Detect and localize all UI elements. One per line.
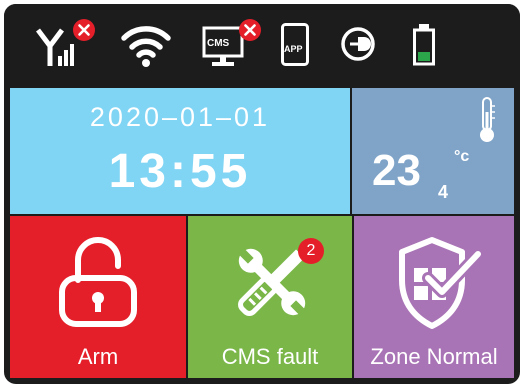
temperature-tile: 23 4 °c	[352, 88, 514, 214]
clock-tile: 2020–01–01 13:55	[10, 88, 350, 214]
error-x-icon	[72, 18, 96, 42]
unlocked-padlock-icon	[56, 236, 140, 328]
error-x-icon	[238, 18, 262, 42]
cms-fault-label: CMS fault	[221, 344, 319, 369]
fault-count-badge: 2	[298, 238, 324, 264]
cms-icon-label: CMS	[207, 38, 230, 49]
cms-fault-tile[interactable]: 2 CMS fault	[188, 216, 352, 378]
temperature-unit: °c	[454, 148, 470, 165]
zone-normal-label: Zone Normal	[370, 344, 498, 369]
shield-check-icon	[392, 234, 484, 330]
battery-icon	[409, 18, 439, 70]
zone-normal-tile[interactable]: Zone Normal	[354, 216, 514, 378]
arm-tile[interactable]: Arm	[10, 216, 186, 378]
temperature-value: 23	[372, 146, 421, 195]
status-bar: CMS APP	[4, 4, 520, 86]
panel-screen: CMS APP 2020–01–01 13:55 23 4 °c Arm 2 C…	[4, 4, 520, 384]
ac-power-icon	[338, 18, 378, 70]
time-display: 13:55	[108, 145, 252, 198]
date-display: 2020–01–01	[89, 102, 271, 132]
temperature-decimal: 4	[438, 182, 449, 202]
app-icon-label: APP	[284, 44, 303, 54]
thermometer-icon	[476, 96, 498, 144]
wifi-icon	[120, 18, 172, 70]
arm-label: Arm	[77, 344, 119, 369]
